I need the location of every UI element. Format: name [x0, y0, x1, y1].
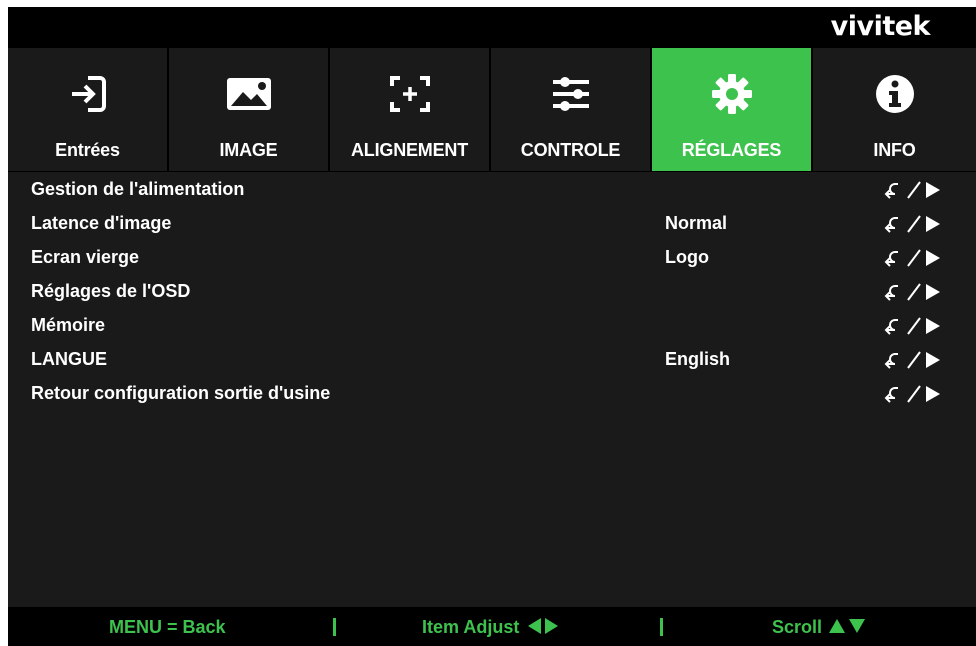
- menu-back-hint: MENU = Back: [109, 617, 226, 637]
- tab-label: INFO: [873, 140, 916, 160]
- osd-menu: vivitek Entrées IMAGE ALIGNEMENT CONTROL…: [8, 7, 976, 646]
- menu-row-langue[interactable]: LANGUE English: [8, 343, 976, 377]
- info-icon: [871, 70, 919, 118]
- item-adjust-label: Item Adjust: [422, 617, 520, 637]
- help-footer: MENU = Back Item Adjust Scroll: [8, 607, 976, 646]
- tab-entrees[interactable]: Entrées: [8, 48, 169, 171]
- menu-item-label: Retour configuration sortie d'usine: [31, 383, 331, 403]
- tab-label: RÉGLAGES: [681, 140, 782, 160]
- enter-or-right-arrow-icon[interactable]: [882, 245, 942, 271]
- tab-info[interactable]: INFO: [813, 48, 976, 171]
- menu-item-label: Mémoire: [31, 315, 106, 335]
- tab-label: CONTROLE: [520, 140, 621, 160]
- tab-image[interactable]: IMAGE: [169, 48, 330, 171]
- menu-item-value: Normal: [665, 213, 728, 233]
- alignment-icon: [386, 70, 434, 118]
- enter-or-right-arrow-icon[interactable]: [882, 279, 942, 305]
- menu-item-label: LANGUE: [31, 349, 107, 369]
- settings-panel: Gestion de l'alimentation Latence d'imag…: [8, 172, 976, 607]
- tab-label: Entrées: [55, 140, 120, 160]
- tab-label: ALIGNEMENT: [351, 140, 468, 160]
- menu-row-retour-configuration[interactable]: Retour configuration sortie d'usine: [8, 377, 976, 411]
- item-adjust-hint: Item Adjust: [422, 617, 562, 638]
- enter-or-right-arrow-icon[interactable]: [882, 211, 942, 237]
- menu-item-label: Ecran vierge: [31, 247, 140, 267]
- tab-reglages[interactable]: RÉGLAGES: [652, 48, 813, 171]
- enter-or-right-arrow-icon[interactable]: [882, 347, 942, 373]
- menu-item-value: Logo: [665, 247, 709, 267]
- vivitek-logo: vivitek: [830, 11, 931, 42]
- up-down-arrows-icon: [829, 619, 866, 633]
- menu-row-latence-image[interactable]: Latence d'image Normal: [8, 207, 976, 241]
- menu-row-gestion-alimentation[interactable]: Gestion de l'alimentation: [8, 173, 976, 207]
- tab-alignement[interactable]: ALIGNEMENT: [330, 48, 491, 171]
- menu-row-ecran-vierge[interactable]: Ecran vierge Logo: [8, 241, 976, 275]
- gear-icon: [708, 70, 756, 118]
- tab-controle[interactable]: CONTROLE: [491, 48, 652, 171]
- footer-divider: [333, 618, 336, 636]
- menu-item-label: Réglages de l'OSD: [31, 281, 191, 301]
- left-right-arrows-icon: [528, 618, 559, 634]
- tab-label: IMAGE: [219, 140, 278, 160]
- tab-bar: Entrées IMAGE ALIGNEMENT CONTROLE RÉGLAG…: [8, 48, 976, 171]
- scroll-label: Scroll: [772, 617, 823, 637]
- menu-item-label: Gestion de l'alimentation: [31, 179, 245, 199]
- footer-divider: [660, 618, 663, 636]
- enter-or-right-arrow-icon[interactable]: [882, 313, 942, 339]
- image-icon: [225, 70, 273, 118]
- sliders-icon: [547, 70, 595, 118]
- menu-item-value: English: [665, 349, 731, 369]
- menu-row-memoire[interactable]: Mémoire: [8, 309, 976, 343]
- menu-row-reglages-osd[interactable]: Réglages de l'OSD: [8, 275, 976, 309]
- enter-or-right-arrow-icon[interactable]: [882, 177, 942, 203]
- scroll-hint: Scroll: [772, 617, 867, 638]
- enter-or-right-arrow-icon[interactable]: [882, 381, 942, 407]
- input-icon: [64, 70, 112, 118]
- menu-item-label: Latence d'image: [31, 213, 172, 233]
